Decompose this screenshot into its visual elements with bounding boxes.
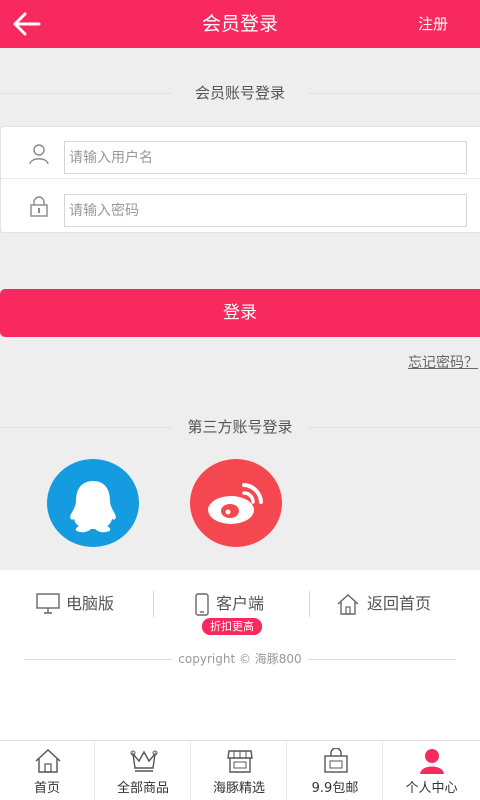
username-input[interactable] (64, 141, 467, 174)
user-icon (420, 749, 444, 774)
discount-badge: 折扣更高 (202, 618, 262, 635)
pc-version-link[interactable]: 电脑版 (36, 590, 136, 620)
qq-icon (70, 481, 116, 533)
back-home-label: 返回首页 (367, 594, 432, 613)
tab-selection-label: 海豚精选 (212, 781, 265, 796)
bottom-tab-bar: 首页 全部商品 海豚精选 9.9包邮 个人中心 (0, 740, 480, 800)
qq-login-button[interactable] (47, 459, 139, 547)
third-party-section-label: 第三方账号登录 (172, 417, 308, 437)
tab-home[interactable]: 首页 (0, 741, 95, 800)
client-link[interactable]: 客户端 (194, 590, 294, 620)
header-bar: 会员登录 注册 (0, 0, 480, 48)
login-section-title: 会员账号登录 (0, 83, 480, 103)
password-input[interactable] (64, 194, 467, 227)
copyright-text: copyright © 海豚800 (172, 649, 308, 669)
user-icon (29, 144, 49, 165)
login-button[interactable]: 登录 (0, 289, 480, 337)
back-home-link[interactable]: 返回首页 (336, 590, 446, 620)
bag-icon (324, 748, 348, 773)
weibo-icon (208, 483, 263, 524)
forgot-password-link[interactable]: 忘记密码？ (408, 352, 478, 372)
tab-home-label: 首页 (33, 781, 60, 796)
tab-free-shipping[interactable]: 9.9包邮 (288, 741, 383, 800)
lock-icon (30, 196, 48, 217)
tab-profile[interactable]: 个人中心 (384, 741, 479, 800)
link-separator (309, 591, 310, 617)
phone-icon (195, 593, 209, 616)
crown-icon (130, 750, 158, 772)
login-form (0, 126, 480, 233)
weibo-login-button[interactable] (190, 459, 282, 547)
password-row (1, 180, 480, 232)
login-section-label: 会员账号登录 (172, 83, 308, 103)
tab-free-shipping-label: 9.9包邮 (311, 781, 359, 796)
tab-all-products[interactable]: 全部商品 (96, 741, 191, 800)
username-row (1, 127, 480, 179)
client-label: 客户端 (216, 594, 265, 613)
tab-all-products-label: 全部商品 (116, 781, 169, 796)
shop-icon (227, 750, 253, 773)
page-title: 会员登录 (201, 13, 278, 35)
tab-profile-label: 个人中心 (405, 781, 458, 796)
pc-version-label: 电脑版 (66, 594, 115, 613)
tab-selection[interactable]: 海豚精选 (192, 741, 287, 800)
register-link[interactable]: 注册 (418, 0, 448, 48)
link-separator (153, 591, 154, 617)
home-icon (35, 749, 61, 773)
home-icon (337, 594, 359, 615)
third-party-section-title: 第三方账号登录 (0, 417, 480, 437)
monitor-icon (36, 593, 60, 614)
footer-links: 电脑版 客户端 返回首页 (0, 590, 480, 620)
copyright-line: copyright © 海豚800 (24, 649, 456, 669)
